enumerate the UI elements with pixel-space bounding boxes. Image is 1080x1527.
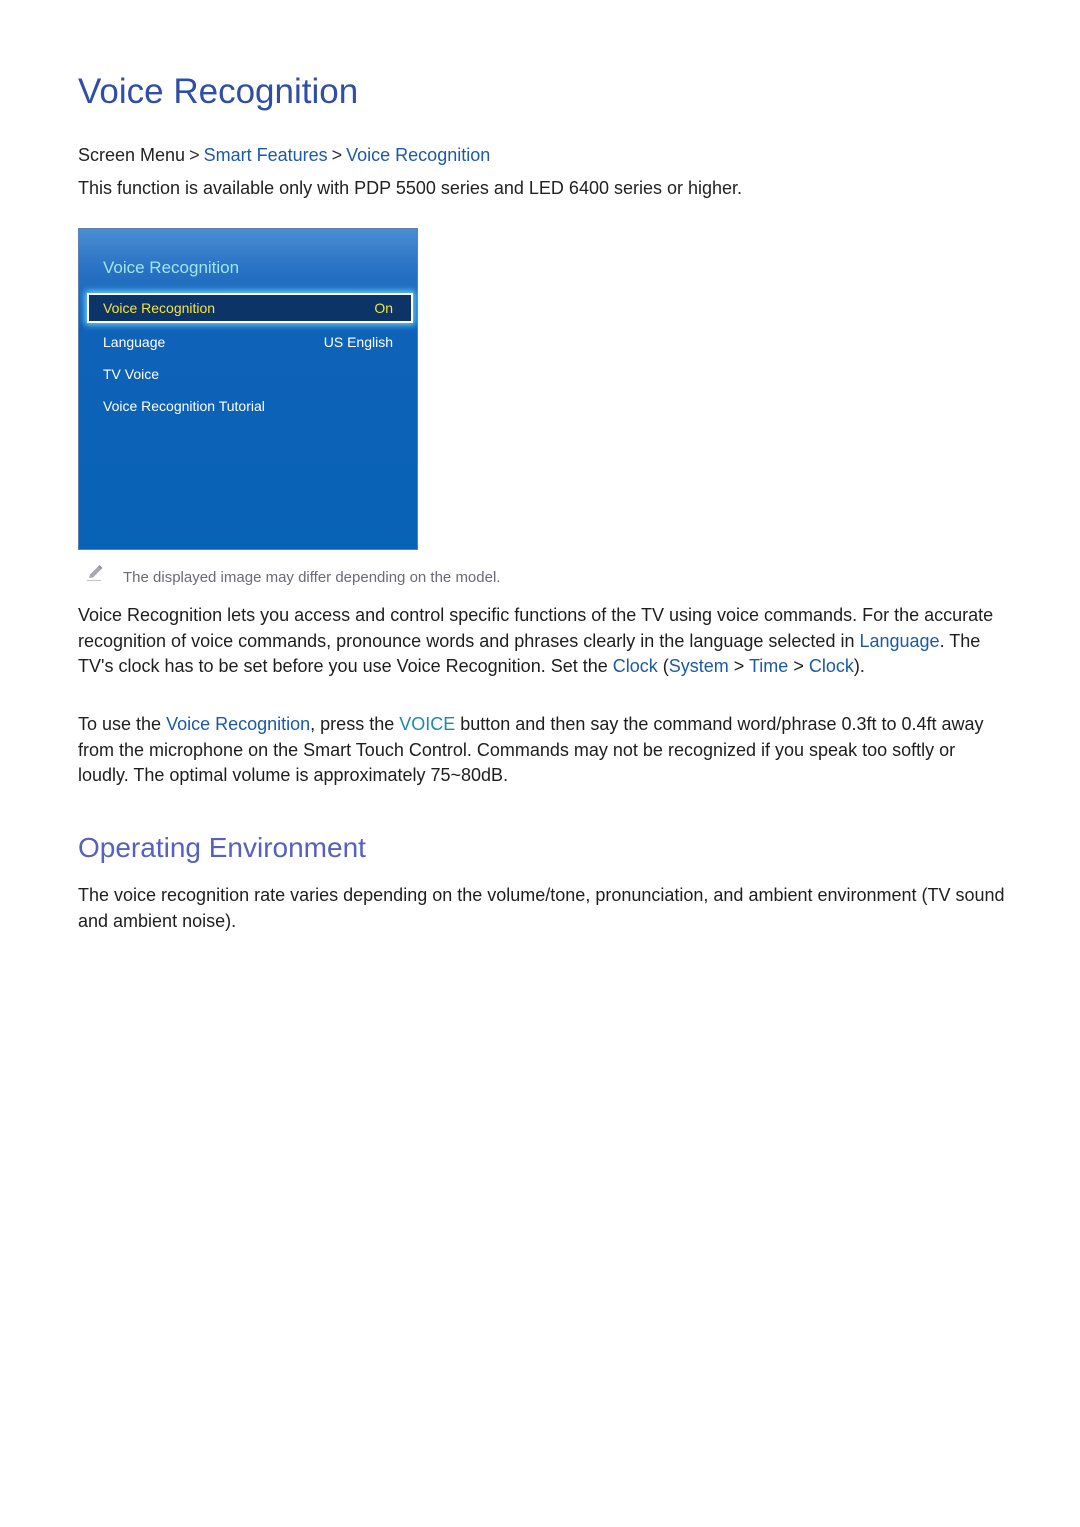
link-time[interactable]: Time <box>749 656 788 676</box>
usage-paragraph: To use the Voice Recognition, press the … <box>78 712 1008 789</box>
link-clock-path[interactable]: Clock <box>809 656 854 676</box>
tv-menu-item-value: US English <box>323 334 393 350</box>
breadcrumb: Screen Menu > Smart Features > Voice Recogni… <box>78 145 490 166</box>
tv-menu-item-voice-recognition: Voice Recognition On <box>87 293 413 323</box>
link-clock[interactable]: Clock <box>613 656 658 676</box>
chevron-right-icon: > <box>189 145 200 165</box>
link-language[interactable]: Language <box>859 631 939 651</box>
text-segment: ). <box>853 656 865 676</box>
page-title: Voice Recognition <box>78 72 359 111</box>
section-title-operating-environment: Operating Environment <box>78 832 366 863</box>
chevron-right-icon: > <box>728 656 749 676</box>
text-segment: Voice Recognition lets you access and co… <box>78 605 994 651</box>
chevron-right-icon: > <box>331 145 343 165</box>
pencil-icon <box>87 565 103 582</box>
description-paragraph: Voice Recognition lets you access and co… <box>78 603 1008 680</box>
tv-menu-item-label: Language <box>103 334 166 350</box>
breadcrumb-item-screen-menu: Screen Menu <box>78 145 186 165</box>
tv-menu-item-label: TV Voice <box>103 366 160 382</box>
chevron-right-icon: > <box>788 656 809 676</box>
voice-button-label: VOICE <box>399 714 456 734</box>
link-system[interactable]: System <box>669 656 729 676</box>
tv-menu-screenshot: Voice Recognition Voice Recognition On L… <box>78 228 418 550</box>
tv-menu-item-label: Voice Recognition Tutorial <box>103 398 265 414</box>
tv-menu-item-label: Voice Recognition <box>103 300 216 316</box>
tv-menu-item-tutorial: Voice Recognition Tutorial <box>87 391 413 421</box>
text-segment: ( <box>657 656 669 676</box>
text-segment: , press the <box>310 714 400 734</box>
tv-menu-item-value: On <box>374 300 393 316</box>
tv-menu-title: Voice Recognition <box>103 258 240 277</box>
operating-environment-paragraph: The voice recognition rate varies depend… <box>78 885 1005 931</box>
note-text: The displayed image may differ depending… <box>123 569 501 586</box>
tv-menu-item-language: Language US English <box>87 327 413 357</box>
breadcrumb-item-voice-recognition[interactable]: Voice Recognition <box>346 145 490 165</box>
text-segment: To use the <box>78 714 167 734</box>
link-voice-recognition[interactable]: Voice Recognition <box>166 714 310 734</box>
availability-text: This function is available only with PDP… <box>78 178 743 198</box>
tv-menu-item-tv-voice: TV Voice <box>87 359 413 389</box>
breadcrumb-item-smart-features[interactable]: Smart Features <box>204 145 328 165</box>
